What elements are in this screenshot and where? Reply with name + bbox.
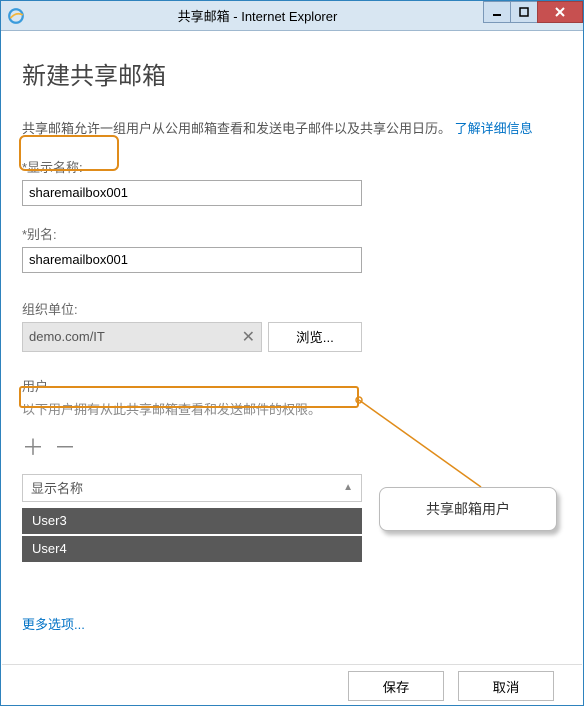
minimize-button[interactable] <box>483 1 511 23</box>
maximize-icon <box>519 7 529 17</box>
add-remove-buttons: ＋ － <box>22 430 562 462</box>
close-icon <box>554 6 566 18</box>
more-options-link[interactable]: 更多选项... <box>22 614 85 633</box>
description-text: 共享邮箱允许一组用户从公用邮箱查看和发送电子邮件以及共享公用日历。 <box>22 121 451 136</box>
users-subdesc: 以下用户拥有从此共享邮箱查看和发送邮件的权限。 <box>22 399 562 418</box>
add-user-button[interactable]: ＋ <box>22 430 44 462</box>
page-description: 共享邮箱允许一组用户从公用邮箱查看和发送电子邮件以及共享公用日历。 了解详细信息 <box>22 119 562 139</box>
maximize-button[interactable] <box>510 1 538 23</box>
sort-icon: ▲ <box>343 482 353 493</box>
list-header-label: 显示名称 <box>31 478 83 497</box>
users-label: 用户 <box>22 376 562 395</box>
ou-clear-icon[interactable]: ✕ <box>242 327 255 347</box>
ou-row: demo.com/IT ✕ 浏览... <box>22 322 562 352</box>
user-name: User3 <box>32 513 67 528</box>
window-buttons <box>484 1 583 23</box>
ou-value: demo.com/IT <box>29 329 105 344</box>
window-title: 共享邮箱 - Internet Explorer <box>31 6 484 25</box>
ou-field: demo.com/IT ✕ <box>22 322 262 352</box>
display-name-input[interactable] <box>22 180 362 206</box>
ie-icon <box>7 7 25 25</box>
user-list-header[interactable]: 显示名称 ▲ <box>22 474 362 502</box>
minimize-icon <box>492 7 502 17</box>
user-name: User4 <box>32 541 67 556</box>
list-item[interactable]: User3 <box>22 508 362 534</box>
learn-more-link[interactable]: 了解详细信息 <box>455 121 533 136</box>
save-button[interactable]: 保存 <box>348 671 444 701</box>
titlebar: 共享邮箱 - Internet Explorer <box>1 1 583 31</box>
ou-label: 组织单位: <box>22 299 562 318</box>
alias-label: *别名: <box>22 224 562 243</box>
browse-button[interactable]: 浏览... <box>268 322 362 352</box>
close-button[interactable] <box>537 1 583 23</box>
user-list: User3 User4 <box>22 508 362 562</box>
page-heading: 新建共享邮箱 <box>22 56 562 91</box>
remove-user-button[interactable]: － <box>54 430 76 462</box>
footer: 保存 取消 <box>2 664 582 704</box>
alias-input[interactable] <box>22 247 362 273</box>
list-item[interactable]: User4 <box>22 536 362 562</box>
cancel-button[interactable]: 取消 <box>458 671 554 701</box>
callout-text: 共享邮箱用户 <box>426 499 510 519</box>
window: 共享邮箱 - Internet Explorer 新建共享邮箱 共享邮箱允许一组… <box>0 0 584 706</box>
annotation-callout: 共享邮箱用户 <box>379 487 557 531</box>
display-name-label: *显示名称: <box>22 157 562 176</box>
content: 新建共享邮箱 共享邮箱允许一组用户从公用邮箱查看和发送电子邮件以及共享公用日历。… <box>2 32 582 704</box>
